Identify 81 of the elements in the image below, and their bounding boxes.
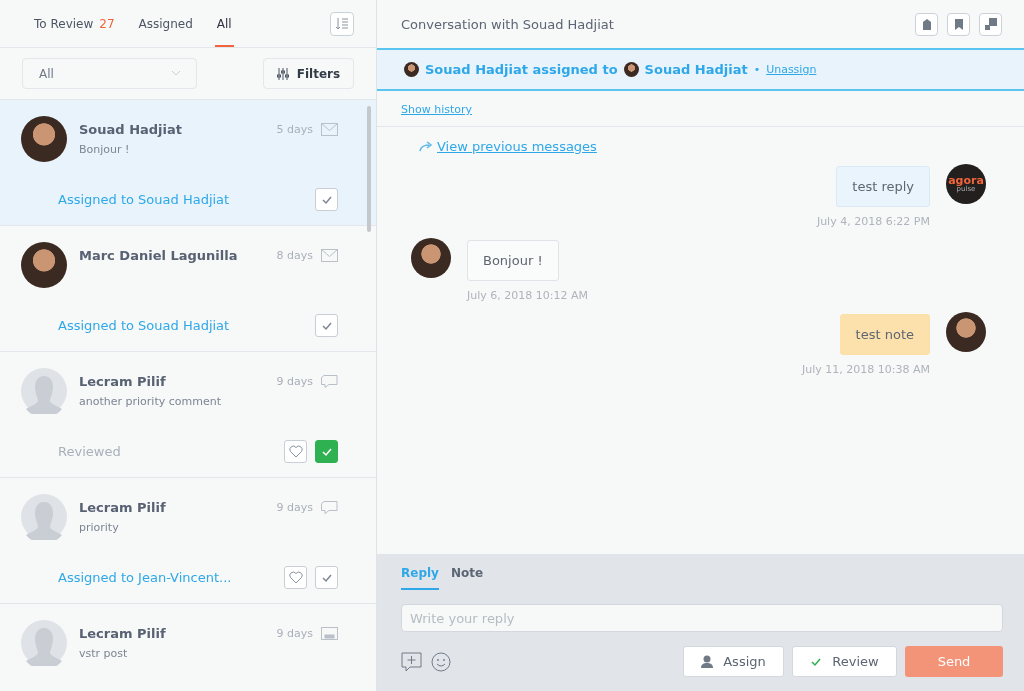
message-time: July 6, 2018 10:12 AM (467, 289, 588, 302)
sort-icon (335, 16, 349, 31)
status-label: Assigned to Jean-Vincent... (58, 570, 233, 585)
photo-placeholder (411, 238, 451, 278)
like-button[interactable] (284, 440, 307, 463)
time-label: 9 days (276, 501, 313, 514)
conversation-item[interactable]: Lecram Pilif 9 days priority Assigned to Jean-Vincent... (0, 478, 376, 604)
message-time: July 4, 2018 6:22 PM (816, 215, 930, 228)
tab-label: Assigned (138, 17, 193, 31)
time-label: 5 days (276, 123, 313, 136)
filters-button[interactable]: Filters (263, 58, 354, 89)
scrollbar[interactable] (367, 106, 371, 232)
message-time: July 11, 2018 10:38 AM (802, 363, 930, 376)
time-label: 8 days (276, 249, 313, 262)
message-bubble: test note (839, 314, 930, 355)
status-label: Assigned to Souad Hadjiat (58, 318, 231, 333)
time-label: 9 days (276, 627, 313, 640)
heart-icon (288, 445, 303, 458)
message-bubble: Bonjour ! (467, 240, 559, 281)
review-button[interactable] (315, 566, 338, 589)
chevron-down-icon (172, 71, 180, 76)
filter-tab[interactable]: To Review 27 (32, 17, 117, 47)
photo-placeholder (623, 62, 639, 77)
contact-name: Souad Hadjiat (79, 122, 183, 137)
conversation-item[interactable]: Lecram Pilif 9 days another priority comment Reviewed (0, 352, 376, 478)
composer-tab[interactable]: Note (450, 566, 484, 590)
photo-placeholder (946, 312, 986, 352)
reply-input[interactable]: Write your reply (401, 604, 1003, 632)
message-bubble: test reply (836, 166, 930, 207)
expand-icon (984, 18, 997, 30)
bookmark-button[interactable] (947, 12, 970, 36)
add-comment-button[interactable] (401, 651, 423, 672)
tag-icon (922, 18, 931, 30)
conversation-item[interactable]: Lecram Pilif 9 days vstr post (0, 604, 376, 691)
like-button[interactable] (284, 566, 307, 589)
contact-name: Lecram Pilif (79, 374, 167, 389)
time-label: 9 days (276, 375, 313, 388)
message-preview: priority (79, 521, 120, 534)
separator-dot: • (753, 63, 761, 76)
bookmark-icon (954, 18, 963, 30)
person-icon (701, 655, 714, 668)
contact-name: Lecram Pilif (79, 500, 167, 515)
message-preview: Bonjour ! (79, 143, 131, 156)
contact-name: Marc Daniel Lagunilla (79, 248, 239, 263)
conversation-title: Conversation with Souad Hadjiat (401, 16, 615, 32)
tag-button[interactable] (915, 12, 938, 36)
review-button[interactable] (315, 188, 338, 211)
review-button[interactable] (315, 314, 338, 337)
heart-icon (288, 571, 303, 584)
tab-label: All (216, 17, 232, 31)
smiley-icon (431, 651, 451, 672)
conversation-item[interactable]: Souad Hadjiat 5 days Bonjour ! Assigned to Souad Hadjiat (0, 100, 376, 226)
photo-placeholder (404, 62, 419, 77)
emoji-button[interactable] (431, 651, 451, 672)
tab-label: To Review (34, 17, 94, 31)
message-preview: vstr post (79, 647, 129, 660)
assignee-name: Souad Hadjiat (644, 62, 748, 77)
filter-dropdown[interactable]: All (22, 58, 197, 89)
speech-bubble-icon (321, 501, 338, 514)
logo-text: agora (948, 175, 984, 186)
sliders-icon (276, 67, 289, 80)
envelope-icon (321, 249, 338, 262)
assignment-text: Souad Hadjiat assigned to (425, 62, 618, 77)
post-icon (321, 627, 338, 640)
envelope-icon (321, 123, 338, 136)
share-arrow-icon (419, 141, 433, 152)
sort-button[interactable] (330, 11, 354, 36)
speech-bubble-icon (321, 375, 338, 388)
contact-name: Lecram Pilif (79, 626, 167, 641)
conversation-item[interactable]: Marc Daniel Lagunilla 8 days Assigned to Souad Hadjiat (0, 226, 376, 352)
add-comment-icon (401, 651, 423, 672)
assign-button[interactable]: Assign (683, 646, 784, 677)
review-button[interactable] (315, 440, 338, 463)
filter-tab[interactable]: Assigned (136, 17, 195, 47)
expand-button[interactable] (979, 12, 1002, 36)
filter-tab[interactable]: All (214, 17, 234, 47)
message-preview: another priority comment (79, 395, 222, 408)
count-label: 27 (99, 17, 115, 31)
review-button[interactable]: Review (792, 646, 897, 677)
status-label: Assigned to Souad Hadjiat (58, 192, 231, 207)
status-label: Reviewed (58, 444, 122, 459)
